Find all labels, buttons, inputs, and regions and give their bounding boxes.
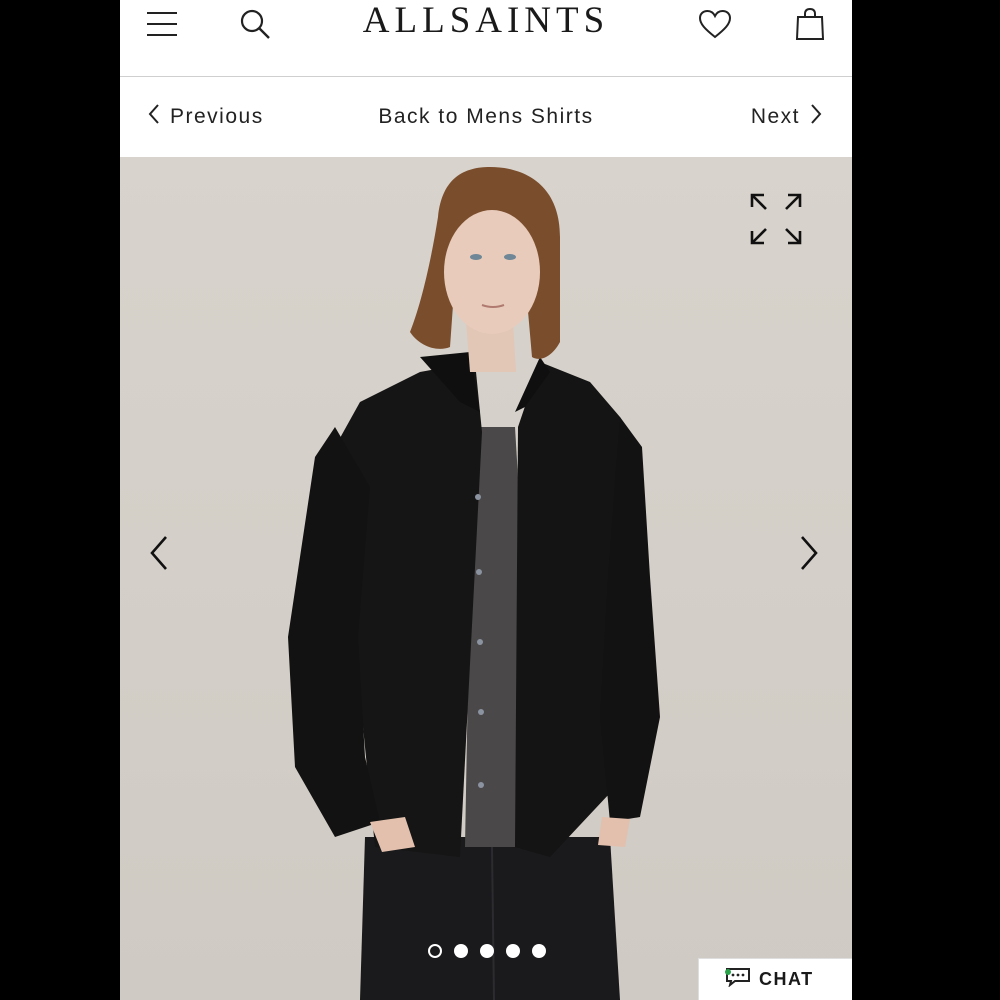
product-photo [288, 167, 660, 1000]
chat-label: CHAT [759, 969, 814, 989]
heart-icon[interactable] [695, 4, 735, 44]
chat-button[interactable]: CHAT [698, 958, 852, 1000]
product-nav-row: Previous Back to Mens Shirts Next [120, 77, 852, 157]
carousel-dots [428, 944, 546, 958]
gallery-next-arrow[interactable] [790, 531, 830, 575]
bag-icon[interactable] [790, 4, 830, 44]
carousel-dot-4[interactable] [506, 944, 520, 958]
carousel-dot-5[interactable] [532, 944, 546, 958]
gallery-prev-arrow[interactable] [142, 531, 182, 575]
carousel-dot-2[interactable] [454, 944, 468, 958]
phone-screen: ALLSAINTS Previous Back to Mens Shirts N… [120, 0, 852, 1000]
brand-logo[interactable]: ALLSAINTS [120, 0, 852, 44]
online-status-dot [725, 969, 731, 975]
next-link[interactable]: Next [751, 103, 822, 131]
chevron-right-icon [790, 536, 830, 579]
carousel-dot-3[interactable] [480, 944, 494, 958]
product-image-gallery[interactable] [120, 157, 852, 1000]
expand-icon[interactable] [744, 187, 808, 251]
chevron-left-icon [142, 536, 182, 579]
site-header: ALLSAINTS [120, 0, 852, 77]
next-label: Next [750, 105, 800, 128]
chevron-right-icon [810, 103, 822, 131]
back-label: Back to Mens Shirts [378, 105, 594, 128]
back-to-category-link[interactable]: Back to Mens Shirts [120, 105, 852, 129]
carousel-dot-1[interactable] [428, 944, 442, 958]
